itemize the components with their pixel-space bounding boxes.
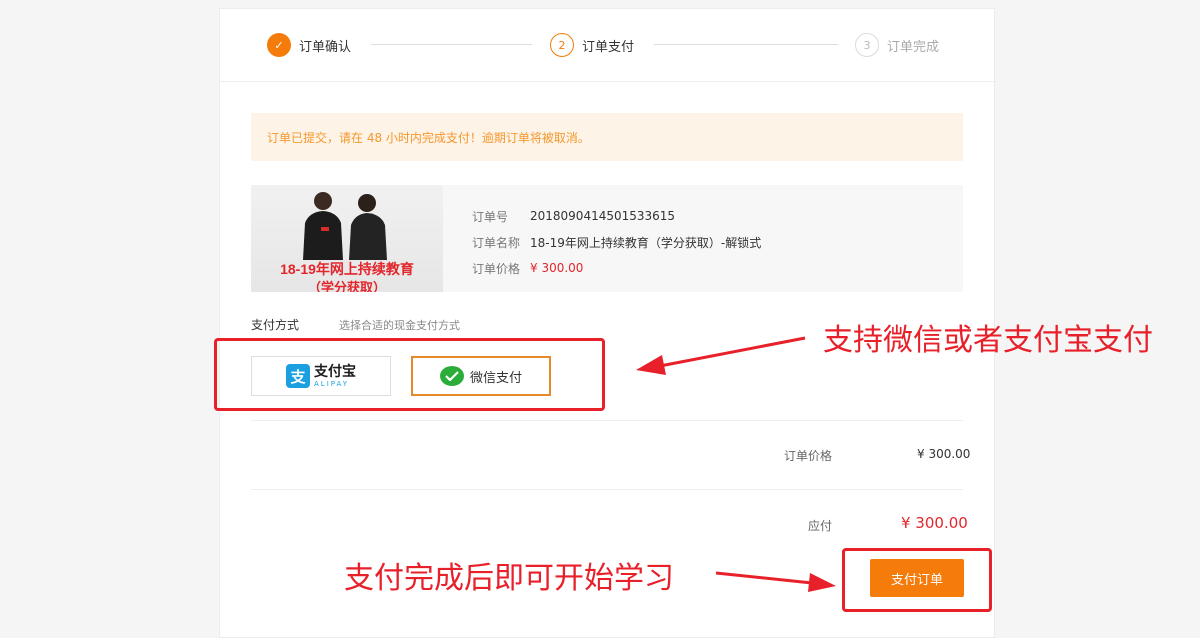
annotation-arrows — [636, 336, 836, 592]
annotation-after-pay: 支付完成后即可开始学习 — [344, 561, 674, 596]
annotation-arrow-submit — [715, 571, 813, 585]
annotation-payment-methods: 支持微信或者支付宝支付 — [823, 323, 1153, 358]
arrow-head-icon — [808, 573, 836, 592]
arrow-head-icon — [636, 355, 666, 375]
annotation-arrow-payment — [659, 336, 806, 368]
